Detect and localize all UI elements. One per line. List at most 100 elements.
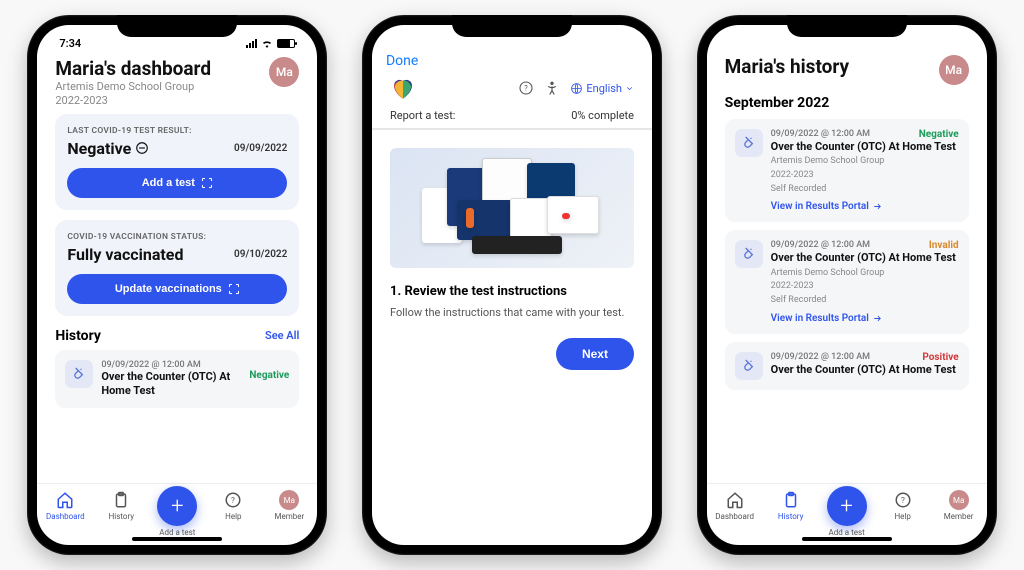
accessibility-icon[interactable] (544, 80, 560, 96)
help-circle-icon[interactable]: ? (518, 80, 534, 96)
clipboard-icon (111, 490, 131, 510)
phone-history: Maria's history Ma September 2022 09/09/… (697, 15, 997, 555)
history-heading: History (55, 328, 101, 344)
tab-help[interactable]: ? Help (879, 490, 927, 521)
tab-dashboard[interactable]: Dashboard (41, 490, 89, 521)
negative-icon (135, 141, 149, 155)
tab-history[interactable]: History (97, 490, 145, 521)
status-time: 7:34 (59, 37, 81, 50)
tab-add-test[interactable]: + Add a test (153, 490, 201, 537)
status-badge: Negative (919, 129, 959, 140)
svg-text:?: ? (231, 496, 235, 506)
test-tube-icon (735, 240, 763, 268)
progress-label: Report a test: (390, 109, 455, 122)
home-indicator (802, 537, 892, 541)
page-subtitle-1: Artemis Demo School Group (55, 80, 211, 94)
svg-text:?: ? (525, 84, 529, 93)
avatar[interactable]: Ma (269, 57, 299, 87)
tab-bar: Dashboard History + Add a test ? Help Ma… (37, 483, 317, 545)
see-all-link[interactable]: See All (265, 329, 299, 342)
test-result-value: Negative (67, 139, 149, 158)
page-title: Maria's history (725, 55, 849, 78)
history-item-title: Over the Counter (OTC) At Home Test (101, 370, 241, 399)
history-item-title: Over the Counter (OTC) At Home Test (771, 363, 959, 377)
test-result-label: LAST COVID-19 TEST RESULT: (67, 126, 287, 136)
clipboard-icon (781, 490, 801, 510)
history-item-date: 09/09/2022 @ 12:00 AM (771, 352, 870, 362)
chevron-down-icon (625, 84, 634, 93)
vaccination-label: COVID-19 VACCINATION STATUS: (67, 232, 287, 242)
status-badge: Invalid (929, 240, 959, 251)
test-kits-image (390, 148, 634, 268)
add-test-button[interactable]: Add a test (67, 168, 287, 198)
help-icon: ? (223, 490, 243, 510)
history-item[interactable]: 09/09/2022 @ 12:00 AM Invalid Over the C… (725, 230, 969, 333)
update-vaccinations-button[interactable]: Update vaccinations (67, 274, 287, 304)
battery-icon (277, 39, 295, 48)
view-results-link[interactable]: View in Results Portal (771, 313, 959, 324)
vaccination-value: Fully vaccinated (67, 245, 183, 264)
done-button[interactable]: Done (372, 49, 652, 71)
device-notch (117, 15, 237, 37)
plus-icon: + (827, 486, 867, 526)
test-tube-icon (65, 360, 93, 388)
test-result-date: 09/09/2022 (234, 143, 287, 154)
history-item-date: 09/09/2022 @ 12:00 AM (771, 240, 870, 250)
history-item[interactable]: 09/09/2022 @ 12:00 AM Over the Counter (… (55, 350, 299, 409)
progress-value: 0% complete (571, 109, 634, 122)
help-icon: ? (893, 490, 913, 510)
history-item-sub: 2022-2023 (771, 170, 959, 182)
tab-help[interactable]: ? Help (209, 490, 257, 521)
next-button[interactable]: Next (556, 338, 634, 370)
page-title: Maria's dashboard (55, 57, 211, 80)
svg-text:?: ? (901, 496, 905, 506)
test-tube-icon (735, 352, 763, 380)
history-item-title: Over the Counter (OTC) At Home Test (771, 251, 959, 265)
history-item-sub: Artemis Demo School Group (771, 156, 959, 168)
month-heading: September 2022 (725, 95, 969, 111)
step-description: Follow the instructions that came with y… (372, 305, 652, 320)
history-list: 09/09/2022 @ 12:00 AM Negative Over the … (725, 119, 969, 483)
history-item-sub: Self Recorded (771, 184, 959, 196)
avatar[interactable]: Ma (939, 55, 969, 85)
vaccination-date: 09/10/2022 (234, 249, 287, 260)
home-icon (725, 490, 745, 510)
tab-dashboard[interactable]: Dashboard (711, 490, 759, 521)
history-item-date: 09/09/2022 @ 12:00 AM (771, 129, 870, 139)
status-badge: Positive (922, 352, 958, 363)
home-indicator (132, 537, 222, 541)
member-avatar-icon: Ma (279, 490, 299, 510)
device-notch (452, 15, 572, 37)
step-title: 1. Review the test instructions (372, 268, 652, 305)
wifi-icon (261, 39, 273, 48)
status-badge: Negative (249, 370, 289, 381)
vaccination-card: COVID-19 VACCINATION STATUS: Fully vacci… (55, 220, 299, 316)
history-item-sub: Self Recorded (771, 295, 959, 307)
history-item-sub: 2022-2023 (771, 281, 959, 293)
plus-icon: + (157, 486, 197, 526)
phone-report-test: Done ? English Report a test: 0% (362, 15, 662, 555)
history-item-title: Over the Counter (OTC) At Home Test (771, 140, 959, 154)
view-results-link[interactable]: View in Results Portal (771, 201, 959, 212)
tab-member[interactable]: Ma Member (265, 490, 313, 521)
device-notch (787, 15, 907, 37)
history-item[interactable]: 09/09/2022 @ 12:00 AM Positive Over the … (725, 342, 969, 390)
progress-bar (372, 128, 652, 130)
scan-icon (228, 283, 240, 295)
tab-member[interactable]: Ma Member (935, 490, 983, 521)
app-logo-icon (390, 75, 416, 101)
tab-bar: Dashboard History + Add a test ? Help Ma… (707, 483, 987, 545)
tab-history[interactable]: History (767, 490, 815, 521)
history-item[interactable]: 09/09/2022 @ 12:00 AM Negative Over the … (725, 119, 969, 222)
globe-icon (570, 82, 583, 95)
test-result-card: LAST COVID-19 TEST RESULT: Negative 09/0… (55, 114, 299, 210)
tab-add-test[interactable]: + Add a test (823, 490, 871, 537)
status-icons (246, 39, 295, 48)
history-item-sub: Artemis Demo School Group (771, 268, 959, 280)
phone-dashboard: 7:34 Maria's dashboard Artemis Demo Scho… (27, 15, 327, 555)
arrow-right-icon (872, 313, 883, 324)
member-avatar-icon: Ma (949, 490, 969, 510)
test-tube-icon (735, 129, 763, 157)
signal-icon (246, 39, 257, 48)
language-selector[interactable]: English (570, 82, 634, 95)
